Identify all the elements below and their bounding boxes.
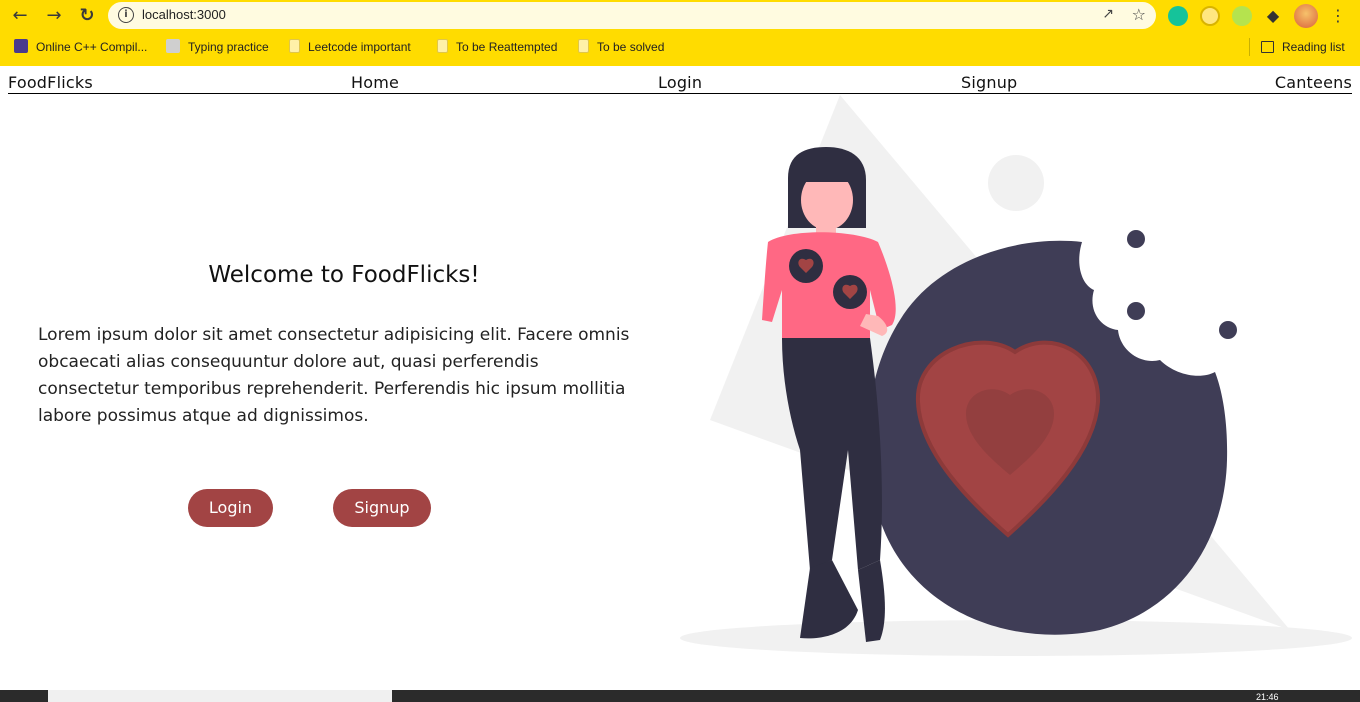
- lightning-icon: [14, 39, 28, 53]
- taskbar-search[interactable]: [48, 690, 392, 702]
- folder-icon: [437, 39, 448, 53]
- bookmark-online-cpp[interactable]: Online C++ Compil...: [14, 39, 147, 57]
- profile-avatar[interactable]: [1294, 4, 1318, 28]
- site-info-icon[interactable]: i: [118, 7, 134, 23]
- url-text[interactable]: localhost:3000: [142, 7, 226, 22]
- hero-illustration: [680, 95, 1352, 656]
- hero-description: Lorem ipsum dolor sit amet consectetur a…: [38, 325, 630, 426]
- back-arrow-icon[interactable]: ←: [8, 4, 32, 28]
- folder-icon: [578, 39, 589, 53]
- frog-extension-icon[interactable]: [1232, 6, 1252, 26]
- bookmark-to-be-solved[interactable]: To be solved: [578, 39, 664, 57]
- keyboard-icon: [166, 39, 180, 53]
- os-taskbar: 21:46: [0, 690, 1360, 702]
- reload-icon[interactable]: ↻: [75, 4, 99, 28]
- bangs: [804, 170, 852, 182]
- bookmark-star-icon[interactable]: ☆: [1132, 5, 1146, 24]
- folder-icon: [289, 39, 300, 53]
- bookmark-separator: [1249, 38, 1250, 56]
- taskbar-clock: 21:46: [1256, 692, 1279, 702]
- nav-brand[interactable]: FoodFlicks: [8, 73, 93, 92]
- extensions-puzzle-icon[interactable]: ◆: [1263, 6, 1283, 26]
- share-icon[interactable]: ↗: [1102, 6, 1114, 22]
- crumb-dot: [1127, 230, 1145, 248]
- bookmark-leetcode[interactable]: Leetcode important: [289, 39, 411, 57]
- browser-menu-icon[interactable]: ⋮: [1326, 4, 1350, 28]
- address-bar[interactable]: i localhost:3000 ↗ ☆: [108, 2, 1156, 29]
- page-title: Welcome to FoodFlicks!: [208, 262, 480, 288]
- forward-arrow-icon[interactable]: →: [42, 4, 66, 28]
- browser-chrome: ← → ↻ i localhost:3000 ↗ ☆ ◆ ⋮ Online C+…: [0, 0, 1360, 66]
- bookmarks-bar: Online C++ Compil... Typing practice Lee…: [0, 34, 1360, 60]
- bookmark-typing-practice[interactable]: Typing practice: [166, 39, 269, 57]
- crumb-dot: [1219, 321, 1237, 339]
- reading-list-icon: [1261, 41, 1274, 53]
- signup-button[interactable]: Signup: [333, 489, 431, 527]
- grammarly-extension-icon[interactable]: [1168, 6, 1188, 26]
- login-button[interactable]: Login: [188, 489, 273, 527]
- timer-extension-icon[interactable]: [1200, 6, 1220, 26]
- reading-list-button[interactable]: Reading list: [1261, 39, 1345, 57]
- nav-home[interactable]: Home: [351, 73, 399, 92]
- bookmark-reattempted[interactable]: To be Reattempted: [437, 39, 557, 57]
- browser-toolbar: ← → ↻ i localhost:3000 ↗ ☆ ◆ ⋮: [0, 0, 1360, 32]
- crumb-dot: [1127, 302, 1145, 320]
- pants: [782, 338, 882, 570]
- background-circle: [988, 155, 1044, 211]
